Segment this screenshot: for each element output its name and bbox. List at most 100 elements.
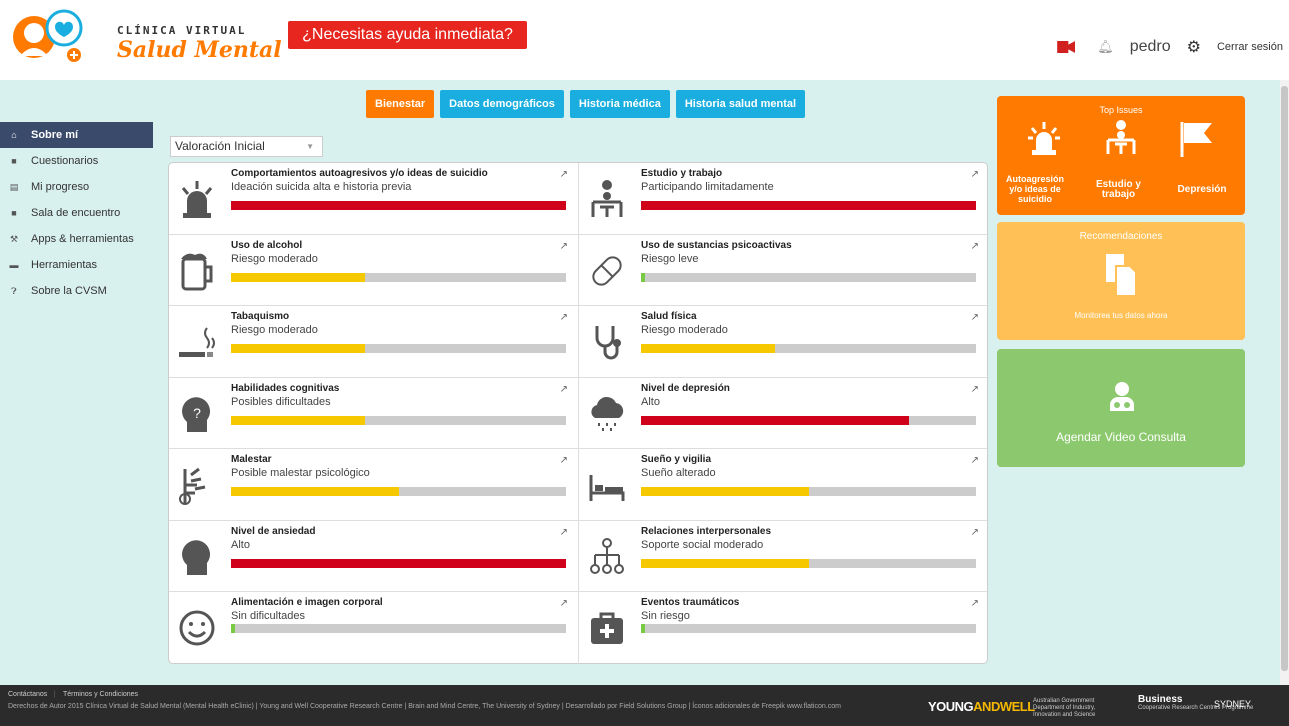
level-bar-fill <box>231 487 399 496</box>
card-status: Riesgo moderado <box>231 252 318 265</box>
flag-icon <box>1180 122 1212 157</box>
card-head-question[interactable]: ? Habilidades cognitivas Posibles dificult… <box>169 377 579 449</box>
external-link-icon[interactable]: ↗ <box>560 169 568 180</box>
wellbeing-cards: Comportamientos autoagresivos y/o ideas … <box>168 162 989 664</box>
level-bar <box>641 624 976 633</box>
footer: Contáctanos | Términos y Condiciones Dere… <box>0 685 1289 726</box>
sydney-logo: SYDNEY <box>1214 699 1252 709</box>
sidebar-item-herramientas[interactable]: ▬ Herramientas <box>0 252 160 278</box>
logout-link[interactable]: Cerrar sesión <box>1217 41 1283 53</box>
alarm-icon <box>1028 122 1060 155</box>
sidebar-item-sobre-cvsm[interactable]: ❓︎ Sobre la CVSM <box>0 278 160 304</box>
sidebar-item-apps[interactable]: ⚒ Apps & herramientas <box>0 226 160 252</box>
question-icon: ❓︎ <box>11 285 17 296</box>
card-stethoscope[interactable]: Salud física Riesgo moderado ↗ <box>579 306 989 378</box>
gear-icon[interactable]: ⚙ <box>1187 37 1201 57</box>
card-title: Uso de sustancias psicoactivas <box>641 239 792 251</box>
scrollbar[interactable] <box>1280 80 1289 685</box>
card-status: Soporte social moderado <box>641 538 764 551</box>
card-rain-cloud[interactable]: Nivel de depresión Alto ↗ <box>579 378 989 449</box>
alarm-icon <box>181 181 213 218</box>
card-network[interactable]: Relaciones interpersonales Soporte social… <box>579 521 989 592</box>
level-bar-fill <box>641 487 809 496</box>
doctor-icon <box>1110 382 1134 411</box>
bell-icon[interactable]: 🔔︎ <box>1097 39 1114 55</box>
card-head[interactable]: Nivel de ansiedad Alto ↗ <box>169 520 579 592</box>
external-link-icon[interactable]: ↗ <box>560 455 568 466</box>
video-consult-label: Agendar Video Consulta <box>1056 430 1186 444</box>
card-pill[interactable]: Uso de sustancias psicoactivas Riesgo lev… <box>579 235 989 306</box>
brand-top: CLÍNICA VIRTUAL <box>117 24 247 37</box>
external-link-icon[interactable]: ↗ <box>560 241 568 252</box>
external-link-icon[interactable]: ↗ <box>971 598 979 609</box>
issue-depresion[interactable]: Depresión <box>1169 185 1235 195</box>
sidebar-item-sala-encuentro[interactable]: ■ Sala de encuentro <box>0 200 160 226</box>
external-link-icon[interactable]: ↗ <box>971 384 979 395</box>
chevron-down-icon: ▼ <box>306 142 314 151</box>
wrench-icon: ⚒ <box>9 233 19 244</box>
external-link-icon[interactable]: ↗ <box>560 384 568 395</box>
sidebar-item-sobre-mi[interactable]: ⌂ Sobre mí <box>0 122 153 148</box>
sidebar-item-mi-progreso[interactable]: ▤ Mi progreso <box>0 174 160 200</box>
brand-name: Salud Mental <box>117 37 282 63</box>
external-link-icon[interactable]: ↗ <box>971 455 979 466</box>
footer-links: Contáctanos | Términos y Condiciones <box>8 691 139 698</box>
issue-estudio-trabajo[interactable]: Estudio y trabajo <box>1091 180 1146 200</box>
sidebar-item-label: Cuestionarios <box>31 155 99 167</box>
card-beer[interactable]: Uso de alcohol Riesgo moderado ↗ <box>169 234 579 306</box>
tab-datos-demograficos[interactable]: Datos demográficos <box>440 90 564 118</box>
card-first-aid[interactable]: Eventos traumáticos Sin riesgo ↗ <box>579 592 989 664</box>
top-issues-title: Top Issues <box>1099 105 1143 115</box>
beer-icon <box>181 253 213 290</box>
card-status: Riesgo leve <box>641 252 699 265</box>
scrollbar-thumb[interactable] <box>1281 86 1288 671</box>
young-and-well-logo: YOUNGANDWELL <box>928 699 1035 714</box>
main-area: ⌂ Sobre mí ■ Cuestionarios ▤ Mi progreso ■ S… <box>0 80 1280 685</box>
card-status: Posibles dificultades <box>231 395 331 408</box>
external-link-icon[interactable]: ↗ <box>560 598 568 609</box>
level-bar-fill <box>641 624 646 633</box>
external-link-icon[interactable]: ↗ <box>971 527 979 538</box>
external-link-icon[interactable]: ↗ <box>971 312 979 323</box>
recomendaciones-title: Recomendaciones <box>1079 231 1163 242</box>
level-bar-fill <box>641 272 646 282</box>
bed-icon <box>589 475 625 501</box>
help-button[interactable]: ¿Necesitas ayuda inmediata? <box>288 21 527 49</box>
level-bar <box>231 344 566 353</box>
tab-bienestar[interactable]: Bienestar <box>366 90 435 118</box>
external-link-icon[interactable]: ↗ <box>560 527 568 538</box>
video-icon[interactable] <box>1057 41 1076 53</box>
video-consult-panel[interactable]: Agendar Video Consulta <box>997 349 1245 467</box>
external-link-icon[interactable]: ↗ <box>560 312 568 323</box>
card-desk[interactable]: Estudio y trabajo Participando limitadame… <box>579 163 989 235</box>
sidebar-item-cuestionarios[interactable]: ■ Cuestionarios <box>0 148 160 174</box>
username[interactable]: pedro <box>1130 38 1171 56</box>
external-link-icon[interactable]: ↗ <box>971 241 979 252</box>
card-cigarette[interactable]: Tabaquismo Riesgo moderado ↗ <box>169 306 579 378</box>
issue-autoagresion[interactable]: Autoagresión y/o ideas de suicidio <box>1005 174 1065 204</box>
card-title: Nivel de ansiedad <box>231 525 316 537</box>
level-bar-fill <box>231 201 566 210</box>
tab-historia-salud-mental[interactable]: Historia salud mental <box>675 90 806 118</box>
terms-link[interactable]: Términos y Condiciones <box>63 691 138 698</box>
external-link-icon[interactable]: ↗ <box>971 169 979 180</box>
sidebar-item-label: Sobre mí <box>31 129 79 141</box>
tab-historia-medica[interactable]: Historia médica <box>569 90 670 118</box>
head-question-icon: ? <box>182 396 211 432</box>
card-alarm[interactable]: Comportamientos autoagresivos y/o ideas … <box>169 163 579 235</box>
card-stress[interactable]: Malestar Posible malestar psicológico ↗ <box>169 449 579 521</box>
sidebar-item-label: Sala de encuentro <box>31 207 121 219</box>
contact-link[interactable]: Contáctanos <box>8 691 47 698</box>
card-status: Sin riesgo <box>641 610 690 622</box>
gov-logo: Australian Government Department of Indu… <box>1033 698 1096 718</box>
card-smile[interactable]: Alimentación e imagen corporal Sin dificu… <box>169 592 579 664</box>
card-title: Malestar <box>231 454 272 465</box>
assessment-select[interactable]: Valoración Inicial ▼ <box>170 136 323 157</box>
header-actions: 🔔︎ pedro ⚙ Cerrar sesión <box>1057 36 1283 58</box>
card-title: Relaciones interpersonales <box>641 525 772 537</box>
card-title: Habilidades cognitivas <box>231 382 340 394</box>
clinic-logo[interactable] <box>12 6 92 68</box>
recomendaciones-panel[interactable]: Recomendaciones Monitorea tus datos ahor… <box>997 222 1245 340</box>
first-aid-icon <box>591 612 623 644</box>
card-bed[interactable]: Sueño y vigilia Sueño alterado ↗ <box>579 449 989 521</box>
